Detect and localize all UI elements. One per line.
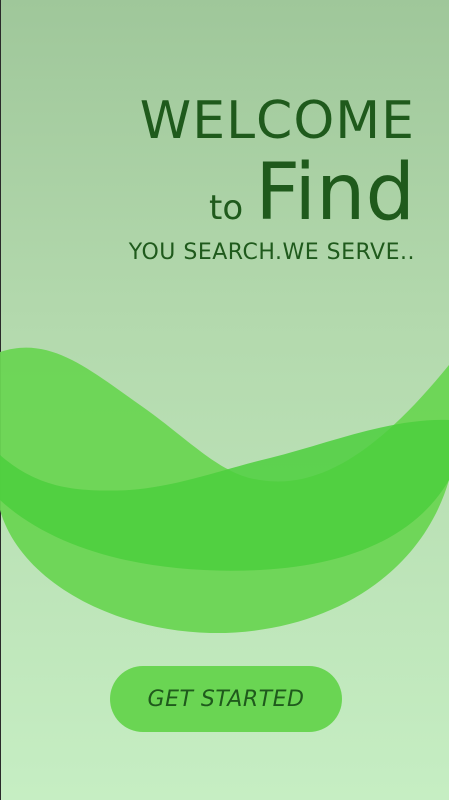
app-name: Find <box>255 148 415 238</box>
welcome-title: WELCOME <box>139 91 415 151</box>
welcome-screen: WELCOME to Find YOU SEARCH.WE SERVE.. GE… <box>0 0 449 800</box>
welcome-header: WELCOME to Find YOU SEARCH.WE SERVE.. <box>129 92 415 265</box>
decorative-waves <box>0 347 449 634</box>
to-text: to <box>209 188 244 228</box>
get-started-button[interactable]: GET STARTED <box>110 666 342 732</box>
get-started-label: GET STARTED <box>147 686 305 712</box>
app-name-row: to Find <box>129 152 415 234</box>
tagline: YOU SEARCH.WE SERVE.. <box>128 240 415 265</box>
